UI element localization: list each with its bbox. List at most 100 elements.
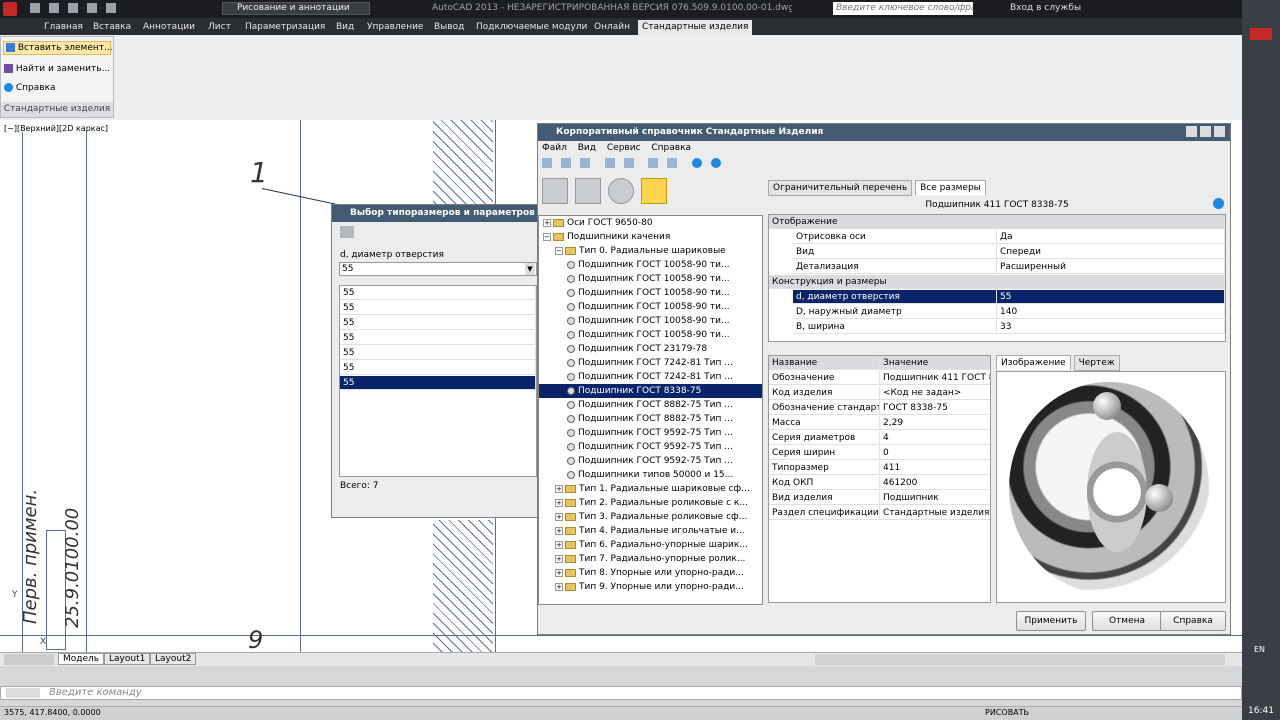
save-icon[interactable] (67, 3, 78, 13)
tree-item[interactable]: + Тип 7. Радиально-упорные ролик... (539, 552, 762, 566)
property-group-header[interactable]: Отображение (769, 215, 1225, 229)
cancel-button[interactable]: Отмена (1092, 611, 1162, 631)
layout-nav-arrows[interactable] (4, 654, 54, 665)
tree-item[interactable]: Подшипники типов 50000 и 15... (539, 468, 762, 482)
bearings-category-icon[interactable] (607, 178, 634, 204)
expand-toggle-icon[interactable]: + (555, 526, 563, 535)
maximize-icon[interactable] (1199, 126, 1211, 137)
tree-item[interactable]: Подшипник ГОСТ 23179-78 (539, 342, 762, 356)
info-icon[interactable] (692, 158, 703, 168)
signin-link[interactable]: Вход в службы (1010, 3, 1081, 13)
tree-item[interactable]: + Тип 1. Радиальные шариковые сф... (539, 482, 762, 496)
tree-item[interactable]: Подшипник ГОСТ 9592-75 Тип ... (539, 454, 762, 468)
property-value[interactable]: Да (997, 230, 1225, 244)
fasteners-category-icon[interactable] (542, 178, 568, 204)
help-button[interactable]: Справка (1160, 611, 1226, 631)
tab-layout2[interactable]: Layout2 (150, 653, 197, 665)
tree-item[interactable]: − Подшипники качения (539, 230, 762, 244)
close-icon[interactable] (1213, 126, 1225, 137)
open-icon[interactable] (48, 3, 59, 13)
expand-toggle-icon[interactable]: + (543, 218, 551, 227)
ribbon-tab[interactable]: Аннотации (139, 20, 199, 34)
command-input[interactable]: Введите команду (0, 686, 1242, 700)
property-value[interactable]: Спереди (997, 245, 1225, 259)
tree-item[interactable]: Подшипник ГОСТ 8882-75 Тип ... (539, 398, 762, 412)
minimize-icon[interactable] (1186, 126, 1197, 137)
ribbon-tab[interactable]: Вставка (89, 20, 135, 34)
tree-item-selected[interactable]: Подшипник ГОСТ 8338-75 (539, 384, 762, 398)
filter-icon[interactable] (340, 226, 354, 238)
print-icon[interactable] (86, 3, 97, 13)
expand-toggle-icon[interactable]: + (555, 554, 563, 563)
help-button[interactable]: Справка (4, 83, 56, 93)
tab-model[interactable]: Модель (58, 653, 105, 665)
tree-item[interactable]: Подшипник ГОСТ 10058-90 ти... (539, 314, 762, 328)
tree-item[interactable]: Подшипник ГОСТ 10058-90 ти... (539, 286, 762, 300)
size-list-item[interactable]: 55 (340, 361, 536, 375)
ribbon-tab-active[interactable]: Стандартные изделия (638, 20, 753, 35)
new-icon[interactable] (30, 3, 40, 13)
expand-toggle-icon[interactable]: + (555, 484, 563, 493)
language-indicator[interactable]: EN (1254, 645, 1265, 654)
property-value[interactable]: Расширенный (997, 260, 1225, 274)
property-value[interactable]: 33 (997, 320, 1225, 334)
tree-item[interactable]: Подшипник ГОСТ 10058-90 ти... (539, 258, 762, 272)
tab-image[interactable]: Изображение (996, 355, 1071, 370)
tab-restricted-list[interactable]: Ограничительный перечень (768, 180, 913, 196)
help-icon[interactable] (711, 158, 721, 168)
toolbar-icon[interactable] (667, 158, 678, 168)
property-group-header[interactable]: Конструкция и размеры (769, 275, 1225, 289)
tree-item[interactable]: + Оси ГОСТ 9650-80 (539, 216, 762, 230)
draw-mode[interactable]: РИСОВАТЬ (985, 708, 1029, 717)
apply-button[interactable]: Применить (1016, 611, 1086, 631)
expand-toggle-icon[interactable]: + (555, 540, 563, 549)
ribbon-tab[interactable]: Вид (332, 20, 358, 34)
tree-item[interactable]: + Тип 2. Радиальные роликовые с к... (539, 496, 762, 510)
ribbon-tab[interactable]: Онлайн (590, 20, 634, 34)
tree-item[interactable]: Подшипник ГОСТ 10058-90 ти... (539, 300, 762, 314)
expand-toggle-icon[interactable]: + (555, 582, 563, 591)
expand-toggle-icon[interactable]: + (555, 512, 563, 521)
workspace-select[interactable]: Рисование и аннотации (222, 2, 370, 15)
ribbon-tab[interactable]: Лист (204, 20, 235, 34)
tree-item[interactable]: Подшипник ГОСТ 7242-81 Тип ... (539, 370, 762, 384)
horizontal-scrollbar[interactable] (815, 654, 1225, 665)
app-icon[interactable] (1250, 28, 1272, 40)
find-replace-button[interactable]: Найти и заменить... (4, 64, 110, 74)
tab-drawing[interactable]: Чертеж (1073, 355, 1120, 371)
menu-help[interactable]: Справка (651, 143, 691, 153)
tree-item[interactable]: + Тип 3. Радиальные роликовые сф... (539, 510, 762, 524)
search-input[interactable]: Введите ключевое слово/фразу (833, 2, 973, 15)
expand-toggle-icon[interactable]: + (555, 498, 563, 507)
property-value[interactable]: 55 (997, 290, 1225, 304)
expand-toggle-icon[interactable]: − (543, 232, 551, 241)
tree-item[interactable]: Подшипник ГОСТ 7242-81 Тип ... (539, 356, 762, 370)
ribbon-tab[interactable]: Управление (363, 20, 427, 34)
toolbar-icon[interactable] (604, 158, 615, 168)
diameter-select[interactable]: 55 ▼ (339, 262, 537, 276)
tree-item[interactable]: Подшипник ГОСТ 10058-90 ти... (539, 272, 762, 286)
parts-category-icon[interactable] (574, 178, 601, 204)
tree-item[interactable]: + Тип 9. Упорные или упорно-ради... (539, 580, 762, 594)
tree-item[interactable]: + Тип 4. Радиальные игольчатые и... (539, 524, 762, 538)
tree-item[interactable]: − Тип 0. Радиальные шариковые (539, 244, 762, 258)
toolbar-icon[interactable] (560, 158, 571, 168)
size-list-item[interactable]: 55 (340, 286, 536, 300)
menu-service[interactable]: Сервис (607, 143, 641, 153)
undo-icon[interactable] (105, 3, 116, 13)
tab-layout1[interactable]: Layout1 (104, 653, 151, 665)
tree-item[interactable]: + Тип 8. Упорные или упорно-ради... (539, 566, 762, 580)
menu-file[interactable]: Файл (542, 143, 567, 153)
chevron-down-icon[interactable]: ▼ (525, 263, 535, 275)
toolbar-icon[interactable] (579, 158, 590, 168)
expand-toggle-icon[interactable]: + (555, 568, 563, 577)
autocad-logo-icon[interactable] (3, 2, 17, 16)
size-list-item[interactable]: 55 (340, 316, 536, 330)
size-list-item[interactable]: 55 (340, 301, 536, 315)
tree-item[interactable]: + Тип 6. Радиально-упорные шарик... (539, 538, 762, 552)
ribbon-tab[interactable]: Главная (40, 20, 87, 34)
tree-item[interactable]: Подшипник ГОСТ 8882-75 Тип ... (539, 412, 762, 426)
info-icon[interactable] (1213, 198, 1224, 209)
ribbon-tab[interactable]: Вывод (430, 20, 468, 34)
menu-view[interactable]: Вид (578, 143, 596, 153)
